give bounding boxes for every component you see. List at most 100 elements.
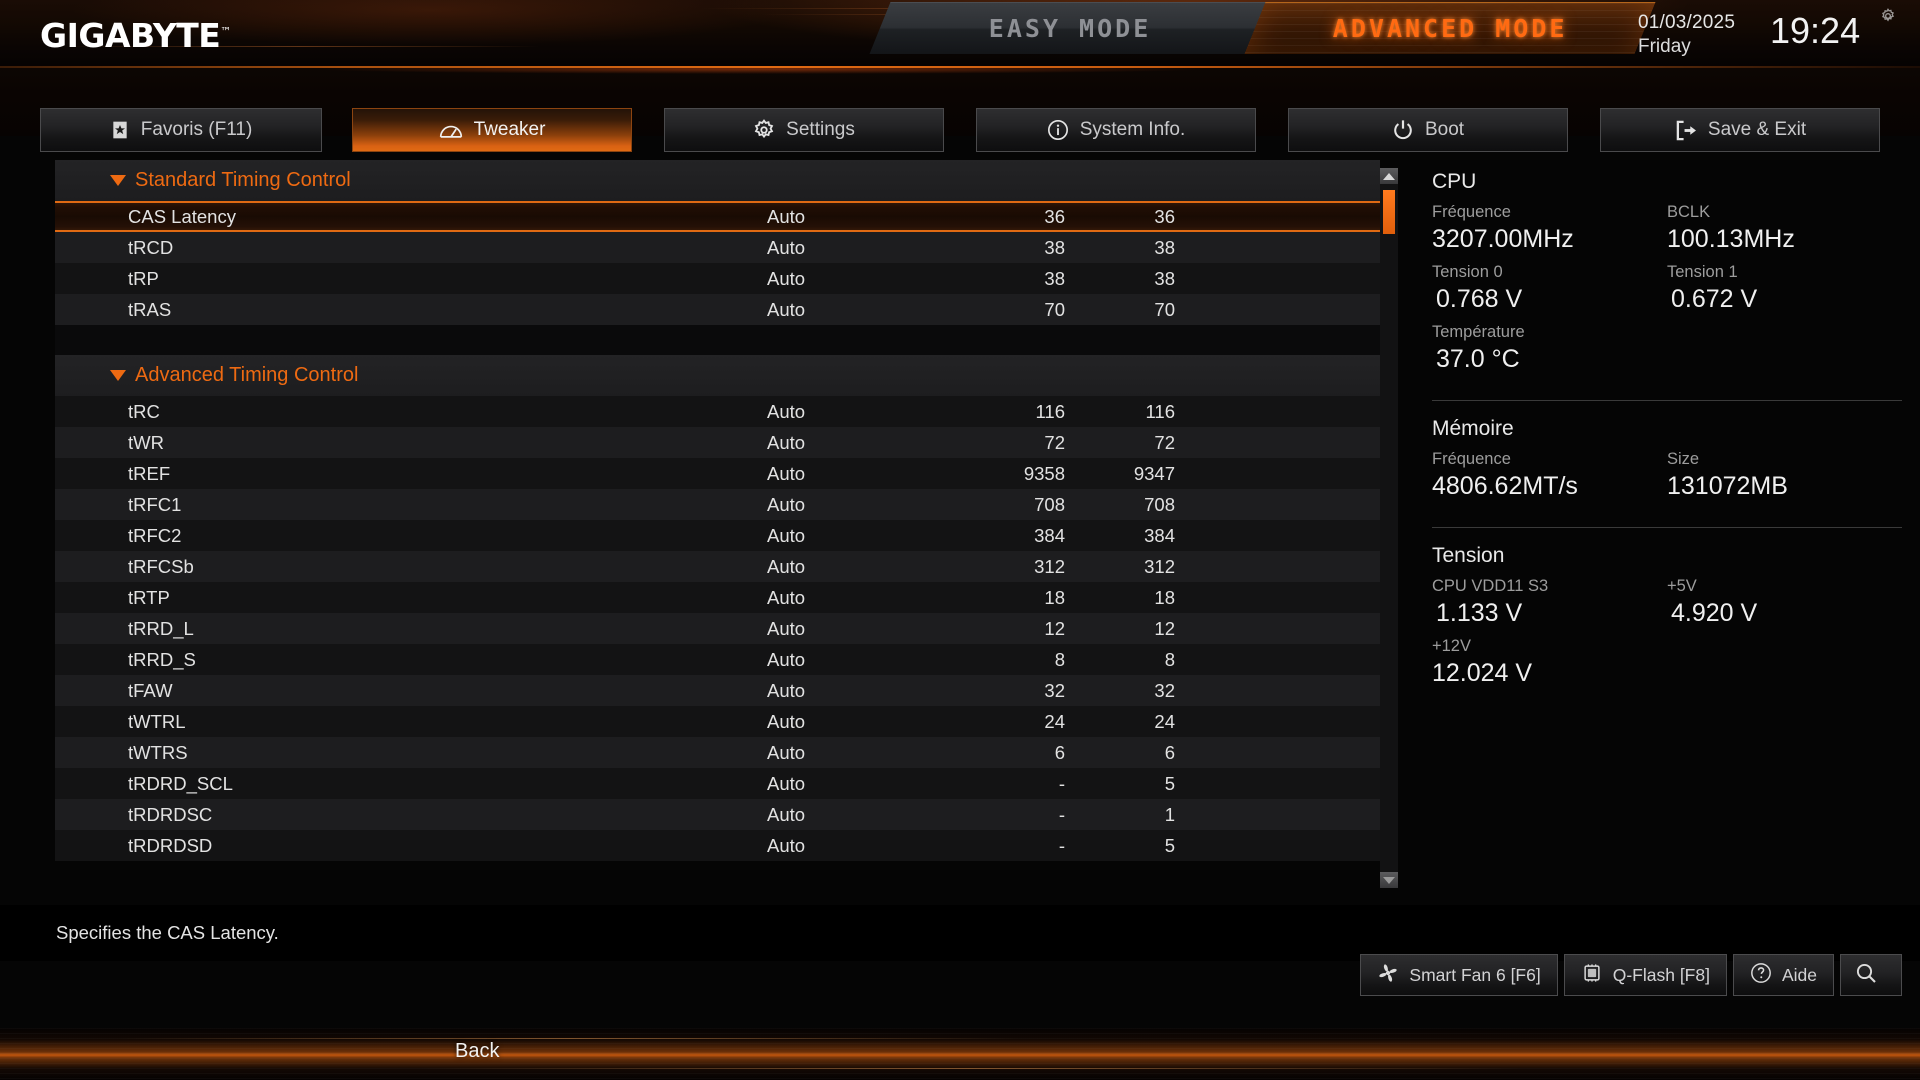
row-name: tWR — [128, 431, 164, 453]
table-row[interactable]: tRDRDSD Auto - 5 — [55, 830, 1380, 861]
list-spacer — [55, 325, 1380, 355]
row-setting[interactable]: Auto — [767, 649, 805, 671]
voltage-info-section: Tension CPU VDD11 S3 1.133 V +5V 4.920 V… — [1432, 544, 1902, 696]
memory-frequence-label: Fréquence — [1432, 450, 1511, 468]
row-value-2: 384 — [1144, 524, 1175, 546]
group-title: Advanced Timing Control — [135, 364, 359, 386]
cpu-bclk-item: BCLK 100.13MHz — [1667, 202, 1902, 255]
voltage-vdd11-item: CPU VDD11 S3 1.133 V — [1432, 576, 1667, 629]
row-setting[interactable]: Auto — [767, 556, 805, 578]
gear-icon[interactable] — [1880, 8, 1896, 24]
row-value-2: 38 — [1154, 267, 1175, 289]
cpu-frequence-item: Fréquence 3207.00MHz — [1432, 202, 1667, 255]
table-row[interactable]: tFAW Auto 32 32 — [55, 675, 1380, 706]
row-setting[interactable]: Auto — [767, 206, 805, 228]
row-setting[interactable]: Auto — [767, 618, 805, 640]
row-setting[interactable]: Auto — [767, 525, 805, 547]
row-name: tRFCSb — [128, 555, 194, 577]
table-row[interactable]: tWTRS Auto 6 6 — [55, 737, 1380, 768]
row-value-2: 70 — [1154, 298, 1175, 320]
voltage-5v-item: +5V 4.920 V — [1667, 576, 1902, 629]
search-button[interactable] — [1840, 954, 1902, 996]
qflash-button[interactable]: Q-Flash [F8] — [1563, 954, 1727, 996]
help-bar — [0, 905, 1920, 961]
help-text: Specifies the CAS Latency. — [56, 922, 279, 943]
row-setting[interactable]: Auto — [767, 587, 805, 609]
scroll-up-arrow-icon[interactable] — [1380, 168, 1398, 184]
triangle-down-icon[interactable] — [110, 370, 126, 381]
row-setting[interactable]: Auto — [767, 299, 805, 321]
row-name: tRDRDSC — [128, 803, 213, 825]
info-divider-1 — [1432, 400, 1902, 401]
triangle-down-icon[interactable] — [110, 175, 126, 186]
table-row[interactable]: tRDRD_SCL Auto - 5 — [55, 768, 1380, 799]
row-value-2: 32 — [1154, 679, 1175, 701]
tab-system-info[interactable]: System Info. — [976, 108, 1256, 152]
list-scrollbar[interactable] — [1380, 168, 1398, 888]
row-value-2: 18 — [1154, 586, 1175, 608]
table-row[interactable]: tRCD Auto 38 38 — [55, 232, 1380, 263]
table-row[interactable]: tRRD_L Auto 12 12 — [55, 613, 1380, 644]
row-value-2: 6 — [1164, 741, 1175, 763]
tab-tweaker[interactable]: Tweaker — [352, 108, 632, 152]
easy-mode-tab[interactable]: EASY MODE — [869, 2, 1271, 54]
row-setting[interactable]: Auto — [767, 237, 805, 259]
table-row[interactable]: tRP Auto 38 38 — [55, 263, 1380, 294]
cpu-temperature-item: Température 37.0 °C — [1432, 322, 1902, 375]
cpu-bclk-label: BCLK — [1667, 203, 1711, 221]
smart-fan-button[interactable]: Smart Fan 6 [F6] — [1360, 954, 1558, 996]
qflash-label: Q-Flash [F8] — [1612, 964, 1710, 985]
row-name: CAS Latency — [128, 205, 236, 227]
back-button[interactable]: Back — [455, 1040, 499, 1063]
tab-favoris[interactable]: Favoris (F11) — [40, 108, 322, 152]
row-setting[interactable]: Auto — [767, 401, 805, 423]
row-setting[interactable]: Auto — [767, 494, 805, 516]
row-setting[interactable]: Auto — [767, 463, 805, 485]
table-row[interactable]: tRFC2 Auto 384 384 — [55, 520, 1380, 551]
table-row[interactable]: tRFC1 Auto 708 708 — [55, 489, 1380, 520]
row-setting[interactable]: Auto — [767, 742, 805, 764]
group-header-advanced-timing[interactable]: Advanced Timing Control — [55, 355, 1380, 396]
cpu-temperature-label: Température — [1432, 323, 1525, 341]
table-row[interactable]: tWTRL Auto 24 24 — [55, 706, 1380, 737]
scrollbar-thumb[interactable] — [1383, 190, 1395, 234]
row-setting[interactable]: Auto — [767, 268, 805, 290]
table-row[interactable]: tRFCSb Auto 312 312 — [55, 551, 1380, 582]
table-row[interactable]: tRTP Auto 18 18 — [55, 582, 1380, 613]
tab-save-exit[interactable]: Save & Exit — [1600, 108, 1880, 152]
tab-settings[interactable]: Settings — [664, 108, 944, 152]
row-value-2: 24 — [1154, 710, 1175, 732]
table-row[interactable]: tREF Auto 9358 9347 — [55, 458, 1380, 489]
row-name: tWTRL — [128, 710, 186, 732]
row-value-2: 5 — [1164, 834, 1175, 856]
table-row[interactable]: tRRD_S Auto 8 8 — [55, 644, 1380, 675]
row-setting[interactable]: Auto — [767, 680, 805, 702]
table-row[interactable]: tWR Auto 72 72 — [55, 427, 1380, 458]
row-setting[interactable]: Auto — [767, 804, 805, 826]
memory-size-value: 131072MB — [1667, 472, 1788, 500]
table-row[interactable]: tRDRDSC Auto - 1 — [55, 799, 1380, 830]
advanced-mode-tab[interactable]: ADVANCED MODE — [1244, 2, 1656, 54]
row-name: tRAS — [128, 298, 172, 320]
group-header-standard-timing[interactable]: Standard Timing Control — [55, 160, 1380, 201]
scroll-down-arrow-icon[interactable] — [1380, 872, 1398, 888]
row-setting[interactable]: Auto — [767, 711, 805, 733]
table-row[interactable]: tRC Auto 116 116 — [55, 396, 1380, 427]
row-value-2: 5 — [1164, 772, 1175, 794]
table-row[interactable]: CAS Latency Auto 36 36 — [55, 201, 1380, 232]
voltage-12v-value: 12.024 V — [1432, 659, 1533, 687]
row-setting[interactable]: Auto — [767, 835, 805, 857]
logo-trademark: ™ — [220, 25, 231, 38]
row-setting[interactable]: Auto — [767, 773, 805, 795]
row-name: tRFC1 — [128, 493, 182, 515]
row-name: tRRD_S — [128, 648, 196, 670]
advanced-mode-label: ADVANCED MODE — [1332, 14, 1568, 43]
row-setting[interactable]: Auto — [767, 432, 805, 454]
tab-boot[interactable]: Boot — [1288, 108, 1568, 152]
row-name: tRTP — [128, 586, 170, 608]
footer-bar — [0, 1028, 1920, 1080]
cpu-frequence-label: Fréquence — [1432, 203, 1511, 221]
tab-boot-label: Boot — [1424, 119, 1465, 140]
table-row[interactable]: tRAS Auto 70 70 — [55, 294, 1380, 325]
help-button[interactable]: Aide — [1732, 954, 1834, 996]
